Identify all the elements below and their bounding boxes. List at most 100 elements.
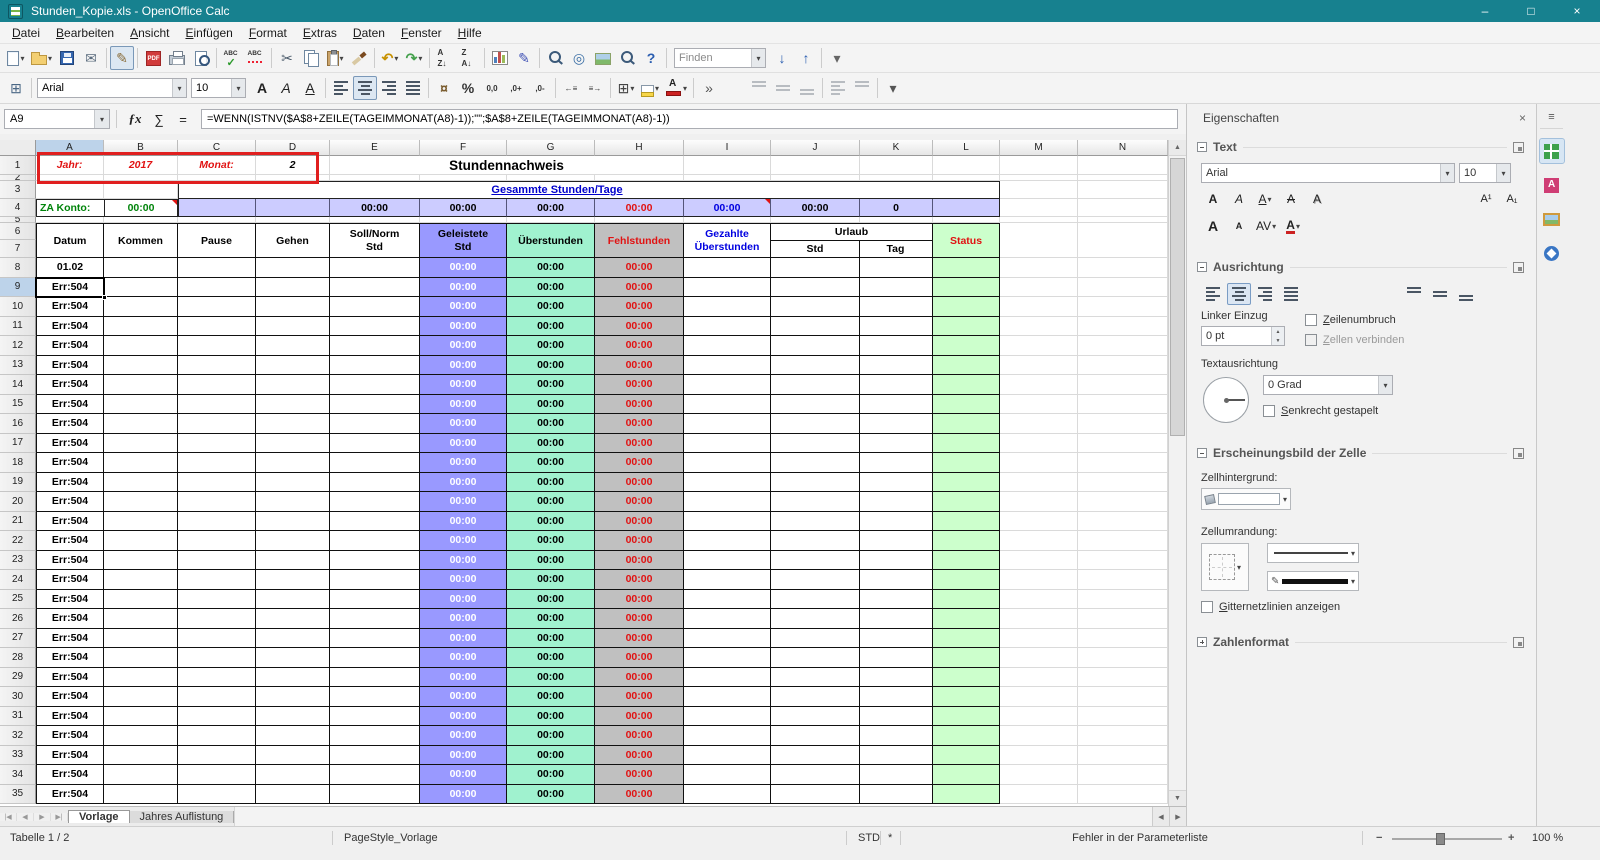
header-ueberstunden[interactable]: Überstunden: [507, 223, 595, 258]
font-name-dropdown-icon[interactable]: ▾: [172, 79, 186, 97]
cell-L28[interactable]: [933, 648, 1000, 668]
menu-daten[interactable]: Daten: [345, 23, 393, 43]
cell-D23[interactable]: [256, 550, 330, 570]
cell-H25[interactable]: 00:00: [595, 589, 684, 609]
cell-M18[interactable]: [1000, 453, 1078, 473]
cell-C34[interactable]: [178, 765, 256, 785]
cell-F15[interactable]: 00:00: [420, 394, 507, 414]
new-document-dropdown-icon[interactable]: ▾: [20, 54, 24, 63]
cell-L15[interactable]: [933, 394, 1000, 414]
cell-H19[interactable]: 00:00: [595, 472, 684, 492]
cell-D31[interactable]: [256, 706, 330, 726]
cell-A17[interactable]: Err:504: [36, 433, 104, 453]
cell-J19[interactable]: [771, 472, 860, 492]
row-header-14[interactable]: 14: [0, 375, 36, 395]
cell-M29[interactable]: [1000, 667, 1078, 687]
open-document-button[interactable]: ▾: [28, 46, 55, 70]
cell-J29[interactable]: [771, 667, 860, 687]
cell-E28[interactable]: [330, 648, 420, 668]
cell-I32[interactable]: [684, 726, 771, 746]
row-header-35[interactable]: 35: [0, 784, 36, 804]
cell-A24[interactable]: Err:504: [36, 570, 104, 590]
justify-button[interactable]: [401, 76, 425, 100]
cell-A35[interactable]: Err:504: [36, 784, 104, 804]
row-header-19[interactable]: 19: [0, 472, 36, 492]
vertical-scrollbar-thumb[interactable]: [1170, 158, 1185, 436]
cell-E13[interactable]: [330, 355, 420, 375]
cell-B3[interactable]: [104, 181, 178, 199]
cell-B24[interactable]: [104, 570, 178, 590]
cell-C13[interactable]: [178, 355, 256, 375]
help-button[interactable]: ?: [639, 46, 663, 70]
sidebar-font-color-dropdown-icon[interactable]: ▾: [1296, 222, 1300, 231]
cell-C31[interactable]: [178, 706, 256, 726]
column-header-C[interactable]: C: [178, 140, 256, 156]
cell-F23[interactable]: 00:00: [420, 550, 507, 570]
header-fehlstunden[interactable]: Fehlstunden: [595, 223, 684, 258]
cell-J18[interactable]: [771, 453, 860, 473]
cell-H17[interactable]: 00:00: [595, 433, 684, 453]
cell-M35[interactable]: [1000, 784, 1078, 804]
cell-B31[interactable]: [104, 706, 178, 726]
cell-N9[interactable]: [1078, 277, 1168, 297]
show-draw-functions-button[interactable]: ✎: [512, 46, 536, 70]
undo-dropdown-icon[interactable]: ▾: [394, 54, 398, 63]
cell-A28[interactable]: Err:504: [36, 648, 104, 668]
cell-N26[interactable]: [1078, 609, 1168, 629]
cell-G12[interactable]: 00:00: [507, 336, 595, 356]
cell-E21[interactable]: [330, 511, 420, 531]
column-header-H[interactable]: H: [595, 140, 684, 156]
cell-L1[interactable]: [933, 156, 1000, 175]
cell-A16[interactable]: Err:504: [36, 414, 104, 434]
cell-K30[interactable]: [860, 687, 933, 707]
cell-H11[interactable]: 00:00: [595, 316, 684, 336]
cell-E30[interactable]: [330, 687, 420, 707]
cell-M14[interactable]: [1000, 375, 1078, 395]
cell-M24[interactable]: [1000, 570, 1078, 590]
cell-D18[interactable]: [256, 453, 330, 473]
cell-M16[interactable]: [1000, 414, 1078, 434]
cell-A8[interactable]: 01.02: [36, 258, 104, 278]
wrap-text-checkbox[interactable]: [1305, 314, 1317, 326]
cell-K14[interactable]: [860, 375, 933, 395]
row-header-24[interactable]: 24: [0, 570, 36, 590]
cell-N19[interactable]: [1078, 472, 1168, 492]
cell-G25[interactable]: 00:00: [507, 589, 595, 609]
cell-H21[interactable]: 00:00: [595, 511, 684, 531]
cell-C26[interactable]: [178, 609, 256, 629]
cell-L12[interactable]: [933, 336, 1000, 356]
text-dialog-launcher-icon[interactable]: [1513, 141, 1524, 153]
menu-extras[interactable]: Extras: [295, 23, 345, 43]
cell-D10[interactable]: [256, 297, 330, 317]
header-soll-norm-std[interactable]: Soll/Norm Std: [330, 223, 420, 258]
cell-I1[interactable]: [684, 156, 771, 175]
standard-toolbar-overflow-button[interactable]: ▾: [825, 46, 849, 70]
format-paintbrush-button[interactable]: [347, 46, 371, 70]
cell-E16[interactable]: [330, 414, 420, 434]
cell-J34[interactable]: [771, 765, 860, 785]
cell-C18[interactable]: [178, 453, 256, 473]
font-color-button[interactable]: ▾: [662, 76, 690, 100]
cell-B26[interactable]: [104, 609, 178, 629]
cell-N14[interactable]: [1078, 375, 1168, 395]
cell-I18[interactable]: [684, 453, 771, 473]
sidebar-font-name-dropdown-icon[interactable]: ▾: [1440, 164, 1454, 182]
selection-mode[interactable]: STD: [858, 827, 880, 849]
cell-E14[interactable]: [330, 375, 420, 395]
gallery-button[interactable]: [591, 46, 615, 70]
cell-L35[interactable]: [933, 784, 1000, 804]
cell-F35[interactable]: 00:00: [420, 784, 507, 804]
cell-I20[interactable]: [684, 492, 771, 512]
cell-B32[interactable]: [104, 726, 178, 746]
underline-button[interactable]: A ▾: [1253, 188, 1277, 210]
cell-F28[interactable]: 00:00: [420, 648, 507, 668]
cell-M28[interactable]: [1000, 648, 1078, 668]
cell-G27[interactable]: 00:00: [507, 628, 595, 648]
cell-A4[interactable]: ZA Konto:: [36, 199, 104, 217]
decrease-indent-button[interactable]: ←≡: [559, 76, 583, 100]
cell-L14[interactable]: [933, 375, 1000, 395]
cell-G24[interactable]: 00:00: [507, 570, 595, 590]
cell-G20[interactable]: 00:00: [507, 492, 595, 512]
cell-F29[interactable]: 00:00: [420, 667, 507, 687]
cell-G14[interactable]: 00:00: [507, 375, 595, 395]
